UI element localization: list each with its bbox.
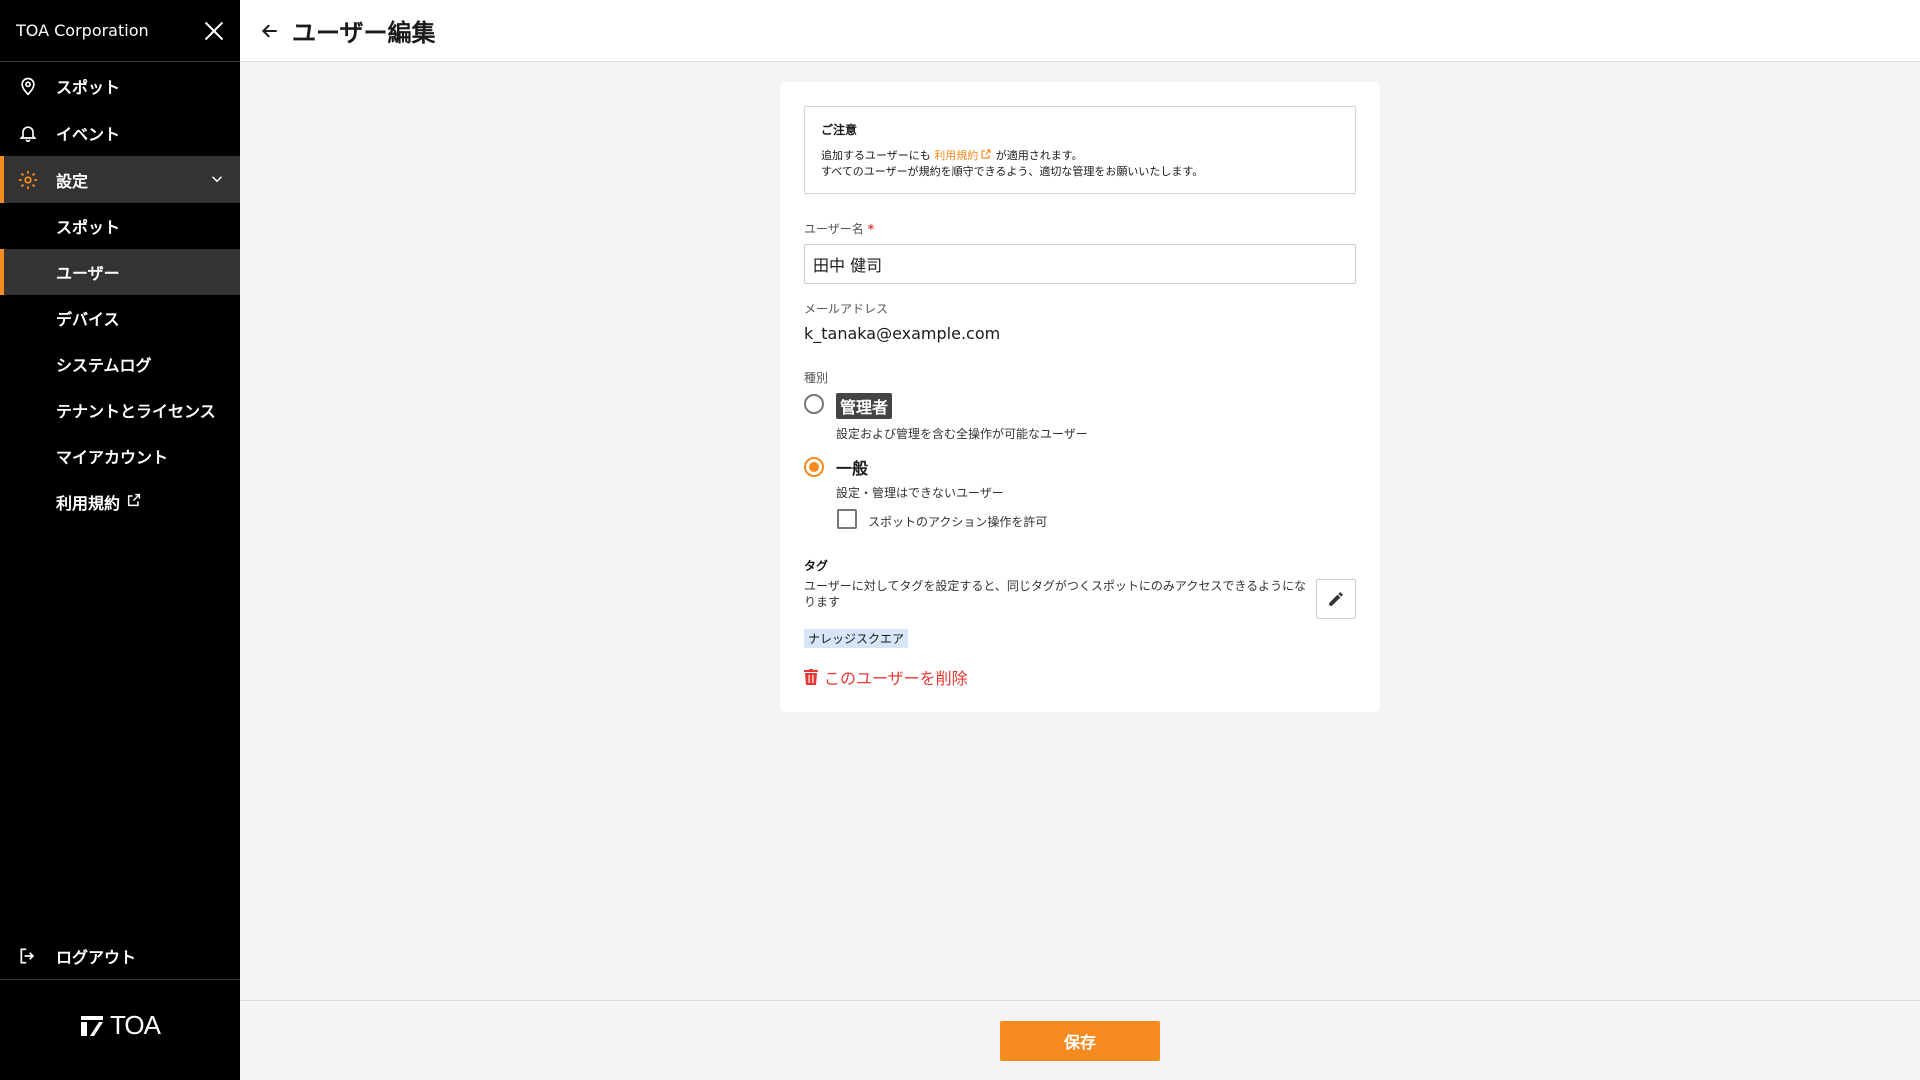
sidebar-item-label: デバイス xyxy=(56,310,120,329)
sidebar-item-label: テナントとライセンス xyxy=(56,402,216,421)
header: ユーザー編集 xyxy=(240,0,1920,62)
delete-user-label: このユーザーを削除 xyxy=(824,669,968,688)
spot-action-label: スポットのアクション操作を許可 xyxy=(868,515,1048,529)
sidebar-item-device[interactable]: デバイス xyxy=(0,295,240,341)
close-icon[interactable] xyxy=(204,21,224,41)
chevron-down-icon xyxy=(208,170,226,192)
sidebar-item-tenant-license[interactable]: テナントとライセンス xyxy=(0,387,240,433)
save-button[interactable]: 保存 xyxy=(1000,1021,1160,1061)
footer: 保存 xyxy=(240,1000,1920,1080)
sidebar-item-user[interactable]: ユーザー xyxy=(0,249,240,295)
terms-link[interactable]: 利用規約 xyxy=(934,149,992,162)
sidebar-item-label: 利用規約 xyxy=(56,494,121,513)
general-description: 設定・管理はできないユーザー xyxy=(836,486,1004,500)
radio-admin[interactable] xyxy=(804,394,824,414)
nav-label-spot: スポット xyxy=(56,77,121,97)
logout-icon xyxy=(16,944,40,968)
admin-description: 設定および管理を含む全操作が可能なユーザー xyxy=(836,427,1088,441)
gear-icon xyxy=(16,168,40,192)
external-link-icon xyxy=(126,492,142,512)
sidebar-item-label: ユーザー xyxy=(56,264,120,283)
nav-item-event[interactable]: イベント xyxy=(0,109,240,156)
spot-action-checkbox[interactable] xyxy=(837,509,857,529)
toa-logo-text: TOA xyxy=(110,1010,161,1040)
sidebar-item-label: システムログ xyxy=(56,356,152,375)
page-title: ユーザー編集 xyxy=(292,19,436,47)
user-edit-card: ご注意 追加するユーザーにも 利用規約 が適用されます。 すべてのユーザーが規約… xyxy=(780,82,1380,712)
edit-tags-button[interactable] xyxy=(1316,579,1356,619)
sidebar: TOA Corporation スポット イベント 設定 スポット ユーザー デ… xyxy=(0,0,240,1080)
nav-item-spot[interactable]: スポット xyxy=(0,62,240,109)
toa-logo: TOA xyxy=(0,1010,240,1041)
nav-label-settings: 設定 xyxy=(56,171,89,191)
admin-badge: 管理者 xyxy=(836,393,893,419)
notice-line-2: すべてのユーザーが規約を順守できるよう、適切な管理をお願いいたします。 xyxy=(821,165,1204,178)
sidebar-item-spot[interactable]: スポット xyxy=(0,203,240,249)
trash-icon xyxy=(804,669,818,685)
bell-icon xyxy=(16,121,40,145)
external-link-icon xyxy=(981,149,991,159)
email-label: メールアドレス xyxy=(804,302,889,316)
org-name: TOA Corporation xyxy=(16,21,149,40)
type-label: 種別 xyxy=(804,371,829,385)
sidebar-item-label: スポット xyxy=(56,218,121,237)
tag-description: ユーザーに対してタグを設定すると、同じタグがつくスポットにのみアクセスできるよう… xyxy=(804,579,1307,609)
username-input[interactable] xyxy=(804,244,1356,284)
sidebar-header: TOA Corporation xyxy=(0,0,240,62)
username-label: ユーザー名 * xyxy=(804,220,874,237)
tag-chip: ナレッジスクエア xyxy=(804,629,909,648)
pencil-icon xyxy=(1329,592,1343,606)
toa-logo-mark xyxy=(81,1015,103,1036)
email-value: k_tanaka@example.com xyxy=(804,324,1001,343)
general-label: 一般 xyxy=(836,459,869,478)
nav-label-event: イベント xyxy=(56,124,121,144)
sidebar-item-system-log[interactable]: システムログ xyxy=(0,341,240,387)
notice-text: が適用されます。 xyxy=(995,149,1083,162)
terms-link-label: 利用規約 xyxy=(934,149,979,162)
logout-label: ログアウト xyxy=(56,947,137,967)
sidebar-item-label: マイアカウント xyxy=(56,448,169,467)
required-mark: * xyxy=(867,222,875,236)
notice-box: ご注意 追加するユーザーにも 利用規約 が適用されます。 すべてのユーザーが規約… xyxy=(804,106,1356,194)
map-pin-icon xyxy=(16,74,40,98)
back-arrow-icon[interactable] xyxy=(258,19,282,43)
username-label-text: ユーザー名 xyxy=(804,222,864,236)
notice-title: ご注意 xyxy=(821,123,858,137)
logout-button[interactable]: ログアウト xyxy=(0,932,240,980)
sidebar-item-my-account[interactable]: マイアカウント xyxy=(0,433,240,479)
tag-section-title: タグ xyxy=(804,559,829,573)
delete-user-button[interactable]: このユーザーを削除 xyxy=(804,665,968,689)
radio-general[interactable] xyxy=(804,457,824,477)
sidebar-item-terms[interactable]: 利用規約 xyxy=(0,479,240,525)
nav-item-settings[interactable]: 設定 xyxy=(0,156,240,203)
notice-line-1: 追加するユーザーにも 利用規約 が適用されます。 xyxy=(821,148,1339,164)
notice-text: 追加するユーザーにも xyxy=(821,149,931,162)
